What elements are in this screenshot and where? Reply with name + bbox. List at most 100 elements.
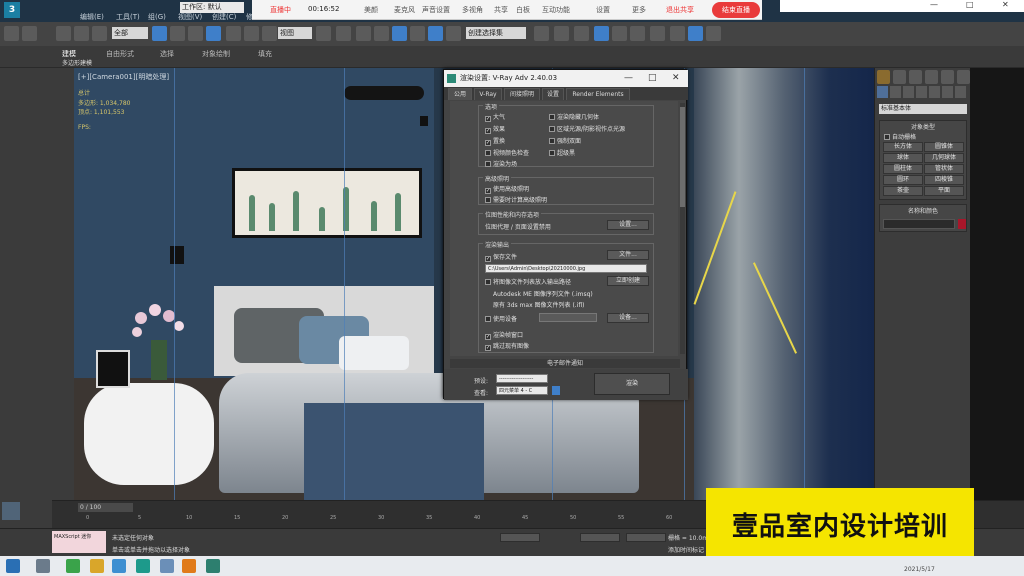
mirror-icon[interactable] (534, 26, 549, 41)
y-coord-field[interactable] (580, 533, 620, 542)
menu-edit[interactable]: 编辑(E) (80, 12, 104, 22)
rollout-title[interactable]: 名称和颜色 (880, 206, 966, 215)
snap-toggle-icon[interactable] (374, 26, 389, 41)
maxscript-listener[interactable]: MAXScript 迷你 (52, 531, 106, 553)
systems-icon[interactable] (955, 86, 966, 98)
lock-view-icon[interactable] (552, 386, 560, 395)
lights-icon[interactable] (903, 86, 914, 98)
maximize-icon[interactable]: □ (648, 70, 657, 87)
frame-window-checkbox[interactable]: ✓ 渲染帧窗口 (485, 330, 523, 340)
schematic-view-icon[interactable] (630, 26, 645, 41)
redo-icon[interactable] (22, 26, 37, 41)
utilities-tab-icon[interactable] (957, 70, 970, 84)
taskbar-3dsmax-icon[interactable] (206, 559, 220, 573)
bitmap-setup-button[interactable]: 设置... (607, 220, 649, 230)
shapes-icon[interactable] (890, 86, 901, 98)
edit-named-sets-icon[interactable] (446, 26, 461, 41)
app-logo-icon[interactable]: 3 (4, 2, 20, 18)
create-now-button[interactable]: 立即创建 (607, 276, 649, 286)
pyramid-button[interactable]: 四棱锥 (924, 175, 964, 185)
add-time-tag[interactable]: 添加时间标记 (668, 545, 704, 554)
ribbon-tab-populate[interactable]: 填充 (258, 49, 272, 59)
meeting-settings[interactable]: 设置 (596, 5, 610, 15)
select-by-name-icon[interactable] (170, 26, 185, 41)
rollout-title[interactable]: 对象类型 (880, 122, 966, 131)
material-editor-icon[interactable] (650, 26, 665, 41)
modify-tab-icon[interactable] (893, 70, 906, 84)
box-button[interactable]: 长方体 (883, 142, 923, 152)
ribbon-tab-freeform[interactable]: 自由形式 (106, 49, 134, 59)
stop-share-button[interactable]: 退出共享 (666, 5, 694, 15)
taskbar-app-icon[interactable] (182, 559, 196, 573)
meeting-more[interactable]: 更多 (632, 5, 646, 15)
rendered-frame-icon[interactable] (688, 26, 703, 41)
primitive-type-select[interactable]: 标准基本体 (879, 104, 967, 114)
dialog-titlebar[interactable]: 渲染设置: V-Ray Adv 2.40.03 — □ ✕ (444, 70, 688, 87)
windows-start-icon[interactable] (6, 559, 20, 573)
display-tab-icon[interactable] (941, 70, 954, 84)
close-icon[interactable]: ✕ (672, 70, 680, 87)
tab-common[interactable]: 公用 (448, 88, 472, 100)
tube-button[interactable]: 管状体 (924, 164, 964, 174)
force-2sided-checkbox[interactable]: 强制双面 (549, 136, 581, 145)
tab-vray[interactable]: V-Ray (474, 88, 502, 100)
taskbar-app-icon[interactable] (112, 559, 126, 573)
helpers-icon[interactable] (929, 86, 940, 98)
workspace-select[interactable]: 工作区: 默认 (180, 2, 244, 13)
skip-existing-checkbox[interactable]: ✓ 跳过现有图像 (485, 341, 529, 351)
sphere-button[interactable]: 球体 (883, 153, 923, 163)
autogrid-checkbox[interactable]: 自动栅格 (884, 132, 916, 141)
devices-button[interactable]: 设备... (607, 313, 649, 323)
move-icon[interactable] (226, 26, 241, 41)
scale-icon[interactable] (262, 26, 277, 41)
viewport-layout-icon[interactable] (2, 502, 20, 520)
unlink-icon[interactable] (74, 26, 89, 41)
rect-selection-icon[interactable] (188, 26, 203, 41)
meeting-beauty[interactable]: 美颜 (364, 5, 378, 15)
meeting-mic[interactable]: 麦克风 (394, 5, 415, 15)
preset-select[interactable]: ------------------- (496, 374, 548, 383)
atmosphere-checkbox[interactable]: ✓ 大气 (485, 112, 505, 122)
angle-snap-icon[interactable] (392, 26, 407, 41)
z-coord-field[interactable] (626, 533, 666, 542)
rotate-icon[interactable] (244, 26, 259, 41)
select-object-icon[interactable] (152, 26, 167, 41)
spinner-snap-icon[interactable] (428, 26, 443, 41)
cameras-icon[interactable] (916, 86, 927, 98)
end-live-button[interactable]: 结束直播 (712, 2, 760, 18)
minimize-icon[interactable]: — (930, 0, 938, 9)
maximize-icon[interactable]: □ (966, 0, 974, 9)
menu-tools[interactable]: 工具(T) (116, 12, 140, 22)
link-icon[interactable] (56, 26, 71, 41)
ifl-radio[interactable]: 原有 3ds max 图像文件列表 (.ifl) (493, 300, 585, 309)
taskbar-app-icon[interactable] (66, 559, 80, 573)
pivot-icon[interactable] (316, 26, 331, 41)
time-slider[interactable]: 0 / 100 (78, 503, 133, 512)
use-device-checkbox[interactable]: 使用设备 (485, 314, 517, 323)
ribbon-tab-object-paint[interactable]: 对象绘制 (202, 49, 230, 59)
motion-tab-icon[interactable] (925, 70, 938, 84)
object-color-swatch[interactable] (958, 219, 966, 229)
meeting-interact[interactable]: 互动功能 (542, 5, 570, 15)
view-select[interactable]: 四元菜单 4 - C (496, 386, 548, 395)
meeting-multiview[interactable]: 多视角 (462, 5, 483, 15)
geometry-icon[interactable] (877, 86, 888, 98)
save-file-checkbox[interactable]: ✓ 保存文件 (485, 252, 517, 262)
device-field[interactable] (539, 313, 597, 322)
imsq-radio[interactable]: Autodesk ME 图像序列文件 (.imsq) (493, 289, 593, 298)
email-notify-rollout[interactable]: 电子邮件通知 (450, 359, 680, 368)
spacewarps-icon[interactable] (942, 86, 953, 98)
object-name-input[interactable] (883, 219, 955, 229)
close-icon[interactable]: ✕ (1002, 0, 1009, 9)
viewport-label[interactable]: [+][Camera001][明暗处理] (78, 72, 169, 82)
menu-group[interactable]: 组(G) (148, 12, 166, 22)
cylinder-button[interactable]: 圆柱体 (883, 164, 923, 174)
super-black-checkbox[interactable]: 超级黑 (549, 148, 575, 157)
x-coord-field[interactable] (500, 533, 540, 542)
use-adv-lighting-checkbox[interactable]: ✓ 使用高级照明 (485, 184, 529, 194)
create-tab-icon[interactable] (877, 70, 890, 84)
cone-button[interactable]: 圆锥体 (924, 142, 964, 152)
displacement-checkbox[interactable]: ✓ 置换 (485, 136, 505, 146)
put-image-list-checkbox[interactable]: 将图像文件列表放入输出路径 (485, 277, 571, 286)
bind-spacewarp-icon[interactable] (92, 26, 107, 41)
